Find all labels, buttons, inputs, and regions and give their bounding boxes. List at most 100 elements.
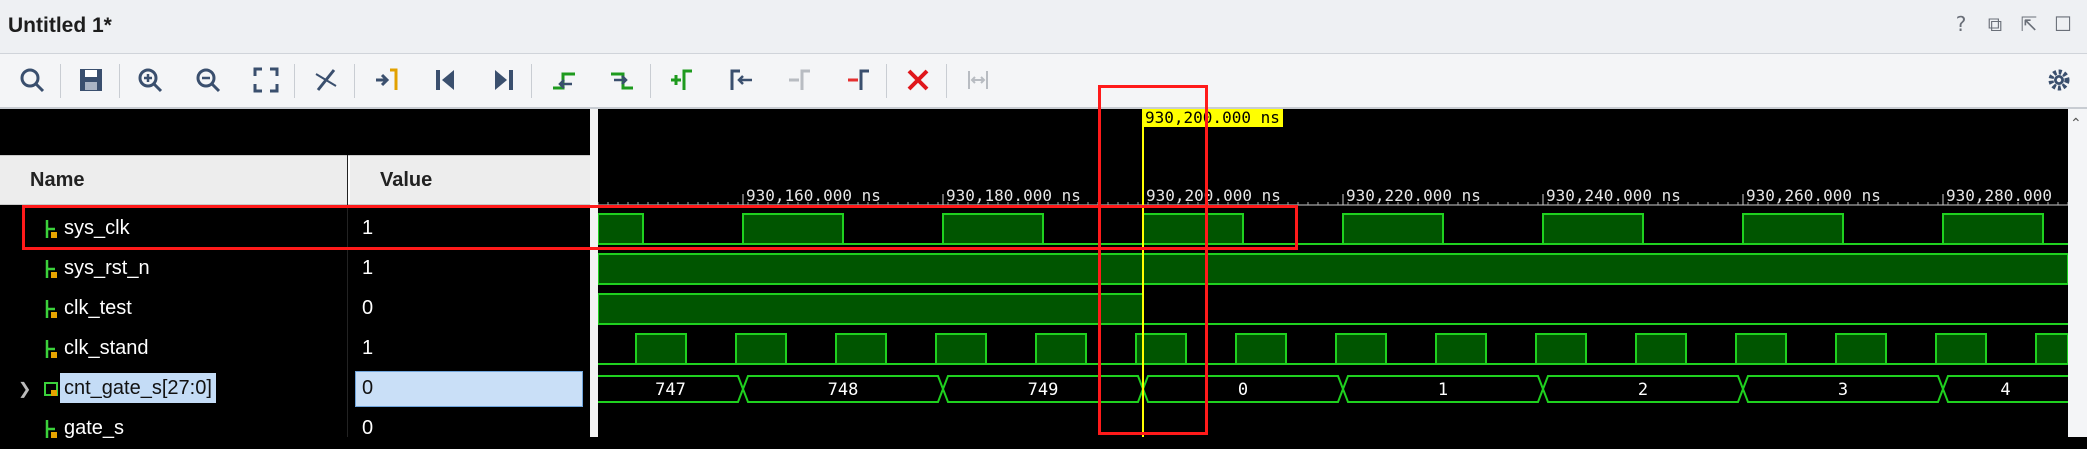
expand-chevron-icon[interactable]: ❯ [18, 379, 31, 399]
waveform-canvas[interactable]: 930,160.000 ns 930,180.000 ns 930,200.000 … [598, 109, 2068, 437]
previous-marker-button[interactable] [723, 62, 759, 98]
time-ruler: 930,160.000 ns 930,180.000 ns 930,200.000 … [598, 186, 2068, 206]
panel-splitter[interactable] [590, 109, 598, 437]
go-to-cursor-icon [376, 68, 398, 90]
signal-name: clk_test [64, 297, 132, 319]
clk-stand-high-segment [735, 333, 787, 365]
ruler-tick-label: 930,220.000 ns [1346, 186, 1481, 205]
maximize-icon[interactable]: ☐ [2051, 12, 2075, 36]
zoom-out-button[interactable] [190, 62, 226, 98]
signal-row-clk-test[interactable]: clk_test 0 [0, 289, 590, 329]
previous-transition-icon [553, 72, 575, 90]
swap-cursors-icon [968, 71, 988, 89]
sys-clk-high-segment [1342, 213, 1444, 245]
go-to-end-button[interactable] [486, 62, 522, 98]
snap-button[interactable] [308, 62, 344, 98]
signal-value: 1 [362, 337, 374, 359]
toolbar-separator [886, 64, 887, 98]
clk-test-high-segment [598, 293, 1144, 325]
scroll-up-icon[interactable]: ⌃ [2070, 115, 2082, 132]
search-button[interactable] [14, 62, 50, 98]
clk-stand-high-segment [1435, 333, 1487, 365]
toolbar-separator [946, 64, 947, 98]
signal-name: cnt_gate_s[27:0] [60, 373, 216, 403]
ruler-tick-label: 930,180.000 ns [946, 186, 1081, 205]
next-marker-button[interactable] [782, 62, 818, 98]
clk-stand-high-segment [1835, 333, 1887, 365]
zoom-fit-icon [253, 67, 279, 93]
vertical-scrollbar[interactable]: ⌃ [2068, 109, 2087, 437]
zoom-in-button[interactable] [132, 62, 168, 98]
signal-icon [45, 300, 57, 318]
signal-row-cnt-gate-s[interactable]: ❯ cnt_gate_s[27:0] 0 [0, 369, 590, 409]
signal-value: 0 [362, 377, 374, 399]
clk-stand-high-segment [1935, 333, 1987, 365]
toolbar-separator [354, 64, 355, 98]
clk-stand-high-segment [1335, 333, 1387, 365]
previous-transition-button[interactable] [546, 62, 582, 98]
help-icon[interactable]: ? [1949, 12, 1973, 36]
save-icon [80, 69, 102, 91]
toolbar-separator [650, 64, 651, 98]
swap-cursors-button[interactable] [960, 62, 996, 98]
window-title: Untitled 1* [8, 14, 112, 37]
restore-icon[interactable]: ⧉ [1983, 12, 2007, 36]
signal-list-panel: Name Value sys_clk 1 sys_rst_n 1 clk_tes… [0, 109, 590, 439]
clk-stand-high-segment [935, 333, 987, 365]
go-to-start-button[interactable] [427, 62, 463, 98]
waveform-viewer[interactable]: 930,160.000 ns 930,180.000 ns 930,200.000 … [598, 109, 2068, 437]
next-transition-button[interactable] [604, 62, 640, 98]
go-to-start-icon [436, 70, 454, 90]
clk-stand-high-segment [635, 333, 687, 365]
search-icon [20, 68, 45, 93]
clk-stand-high-segment [1035, 333, 1087, 365]
ruler-tick-label: 930,280.000 [1946, 186, 2052, 205]
signal-icon [45, 340, 57, 358]
clk-stand-high-segment [835, 333, 887, 365]
remove-marker-icon [848, 69, 869, 90]
next-marker-icon [789, 69, 810, 90]
signal-row-clk-stand[interactable]: clk_stand 1 [0, 329, 590, 369]
ruler-tick-label: 930,160.000 ns [746, 186, 881, 205]
sys-clk-high-segment [1542, 213, 1644, 245]
clk-stand-high-segment [1735, 333, 1787, 365]
delete-button[interactable] [900, 62, 936, 98]
toolbar-separator [60, 64, 61, 98]
go-to-cursor-button[interactable] [368, 62, 404, 98]
waveform-toolbar [0, 54, 2087, 109]
bus-value-label: 1 [1438, 380, 1448, 400]
add-marker-icon [671, 69, 692, 90]
clk-stand-high-segment [1235, 333, 1287, 365]
next-transition-icon [611, 72, 633, 90]
go-to-end-icon [495, 70, 513, 90]
signal-value: 1 [362, 257, 374, 279]
title-bar: Untitled 1* ? ⧉ ⇱ ☐ [0, 0, 2087, 54]
signal-list-header: Name Value [0, 155, 590, 205]
signal-icon [45, 260, 57, 278]
remove-marker-button[interactable] [841, 62, 877, 98]
name-column-header[interactable]: Name [30, 169, 84, 192]
signal-name: sys_rst_n [64, 257, 150, 279]
ruler-tick-label: 930,240.000 ns [1546, 186, 1681, 205]
add-marker-button[interactable] [664, 62, 700, 98]
bus-value-label: 749 [1028, 380, 1059, 400]
value-column-header[interactable]: Value [380, 169, 432, 192]
sys-clk-high-segment [1742, 213, 1844, 245]
toolbar-separator [531, 64, 532, 98]
signal-row-sys-rst-n[interactable]: sys_rst_n 1 [0, 249, 590, 289]
gear-icon [2048, 69, 2070, 91]
float-icon[interactable]: ⇱ [2017, 12, 2041, 36]
toolbar-separator [119, 64, 120, 98]
clk-stand-high-segment [2035, 333, 2068, 365]
zoom-fit-button[interactable] [248, 62, 284, 98]
toolbar-separator [294, 64, 295, 98]
signal-name: clk_stand [64, 337, 149, 359]
bus-value-label: 3 [1838, 380, 1848, 400]
snap-icon [315, 69, 337, 91]
save-button[interactable] [73, 62, 109, 98]
sys-clk-high-segment [1942, 213, 2044, 245]
signal-row-gate-s[interactable]: gate_s 0 [0, 409, 590, 449]
clk-stand-high-segment [1535, 333, 1587, 365]
settings-button[interactable] [2041, 62, 2077, 98]
annotation-box-cursor [1098, 85, 1208, 435]
